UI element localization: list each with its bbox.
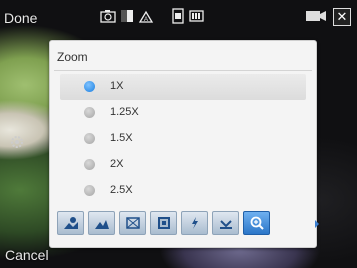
radio-icon <box>84 185 95 196</box>
close-icon[interactable]: ✕ <box>333 8 351 26</box>
radio-icon <box>84 107 95 118</box>
done-softkey[interactable]: Done <box>4 10 37 26</box>
zoom-icon[interactable] <box>243 211 270 235</box>
camera-mode-icon[interactable] <box>100 8 116 24</box>
quality-icon[interactable] <box>150 211 177 235</box>
zoom-option-1x[interactable]: 1X <box>60 74 306 100</box>
scene-icon[interactable] <box>57 211 84 235</box>
zoom-panel: Zoom 1X 1.25X 1.5X 2X 2.5X <box>49 40 319 248</box>
zoom-panel-title: Zoom <box>57 50 88 64</box>
more-arrow-icon[interactable] <box>315 220 319 228</box>
video-mode-icon[interactable] <box>305 8 327 24</box>
status-icons: A <box>100 8 205 24</box>
radio-selected-icon <box>84 81 95 92</box>
storage-icon <box>170 8 186 24</box>
exposure-icon[interactable] <box>119 8 135 24</box>
top-bar: Done A ✕ <box>0 0 357 36</box>
cancel-softkey[interactable]: Cancel <box>5 247 49 263</box>
zoom-options: 1X 1.25X 1.5X 2X 2.5X <box>60 74 306 204</box>
zoom-option-label: 1X <box>110 80 124 92</box>
radio-icon <box>84 159 95 170</box>
flash-icon[interactable] <box>181 211 208 235</box>
battery-icon <box>189 8 205 24</box>
zoom-option-1.5x[interactable]: 1.5X <box>60 126 306 152</box>
svg-text:A: A <box>144 17 148 23</box>
effect-icon[interactable] <box>212 211 239 235</box>
divider <box>54 70 312 71</box>
zoom-option-label: 1.5X <box>110 132 133 144</box>
brightness-icon[interactable] <box>88 211 115 235</box>
zoom-option-1.25x[interactable]: 1.25X <box>60 100 306 126</box>
zoom-option-2x[interactable]: 2X <box>60 152 306 178</box>
zoom-option-label: 2X <box>110 158 124 170</box>
zoom-option-label: 2.5X <box>110 184 133 196</box>
resolution-icon[interactable] <box>119 211 146 235</box>
settings-toolbar <box>57 211 313 235</box>
settings-gear-icon[interactable] <box>8 133 26 151</box>
zoom-option-2.5x[interactable]: 2.5X <box>60 178 306 204</box>
zoom-option-label: 1.25X <box>110 106 139 118</box>
radio-icon <box>84 133 95 144</box>
white-balance-icon[interactable]: A <box>138 8 154 24</box>
